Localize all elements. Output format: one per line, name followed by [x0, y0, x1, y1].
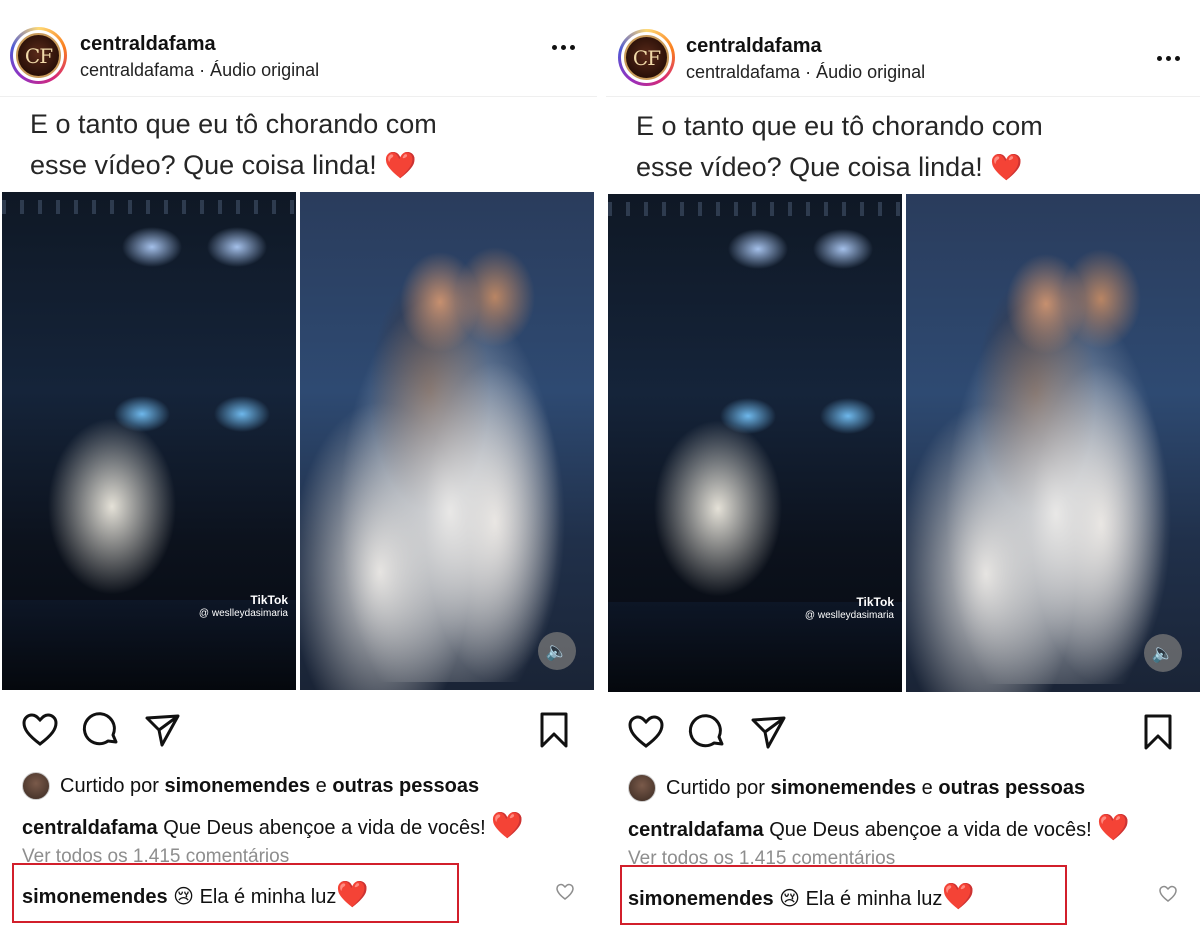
heart-emoji: ❤️ [491, 810, 524, 840]
liked-by-line: Curtido por simonemendes e outras pessoa… [22, 772, 479, 800]
post-header: CF centraldafama centraldafama · Áudio o… [0, 0, 597, 97]
like-icon[interactable] [20, 710, 60, 750]
post-header: CF centraldafama centraldafama · Áudio o… [606, 0, 1200, 97]
comment-icon[interactable] [82, 710, 122, 750]
comment-like-icon[interactable] [1158, 884, 1178, 904]
heart-emoji: ❤️ [1097, 812, 1130, 842]
cf-logo: CF [16, 33, 61, 78]
save-bookmark-icon[interactable] [1138, 712, 1178, 752]
highlight-box [620, 865, 1067, 925]
tiktok-watermark: TikTok @ weslleydasimaria [198, 593, 288, 620]
speaker-icon[interactable]: 🔈 [1144, 634, 1182, 672]
liked-user-link[interactable]: simonemendes [771, 777, 917, 800]
singers-closeup-figure [916, 214, 1186, 684]
singers-closeup-figure [310, 212, 580, 682]
video-still-closeup: 🔈 [300, 192, 594, 690]
post-caption: centraldafama Que Deus abençoe a vida de… [628, 812, 1130, 842]
liked-others-link[interactable]: outras pessoas [332, 775, 479, 798]
comment-like-icon[interactable] [555, 882, 575, 902]
singers-figure [616, 382, 786, 612]
share-icon[interactable] [142, 710, 182, 750]
highlight-box [12, 863, 459, 923]
video-still-stage: TikTok @ weslleydasimaria [608, 194, 902, 692]
username-link[interactable]: centraldafama [80, 33, 216, 56]
liked-user-link[interactable]: simonemendes [165, 775, 311, 798]
audio-subline[interactable]: centraldafama · Áudio original [686, 62, 925, 83]
profile-avatar[interactable]: CF [618, 29, 675, 86]
profile-avatar[interactable]: CF [10, 27, 67, 84]
cf-logo: CF [624, 35, 669, 80]
action-bar [606, 712, 1200, 756]
instagram-post-right: CF centraldafama centraldafama · Áudio o… [606, 0, 1200, 931]
liker-avatar[interactable] [628, 774, 656, 802]
liked-others-link[interactable]: outras pessoas [938, 777, 1085, 800]
more-options-icon[interactable] [552, 45, 575, 50]
action-bar [0, 710, 597, 754]
heart-emoji: ❤️ [384, 150, 417, 180]
share-icon[interactable] [748, 712, 788, 752]
username-link[interactable]: centraldafama [686, 35, 822, 58]
caption-username[interactable]: centraldafama [22, 817, 158, 839]
post-media[interactable]: TikTok @ weslleydasimaria 🔈 [0, 192, 597, 692]
instagram-post-left: CF centraldafama centraldafama · Áudio o… [0, 0, 597, 931]
more-options-icon[interactable] [1157, 56, 1180, 61]
audio-subline[interactable]: centraldafama · Áudio original [80, 60, 319, 81]
liker-avatar[interactable] [22, 772, 50, 800]
post-media[interactable]: TikTok @ weslleydasimaria 🔈 [606, 194, 1200, 694]
video-still-stage: TikTok @ weslleydasimaria [2, 192, 296, 690]
overlay-caption: E o tanto que eu tô chorando com esse ví… [30, 109, 437, 180]
speaker-icon[interactable]: 🔈 [538, 632, 576, 670]
tiktok-watermark: TikTok @ weslleydasimaria [804, 595, 894, 622]
like-icon[interactable] [626, 712, 666, 752]
overlay-caption: E o tanto que eu tô chorando com esse ví… [636, 111, 1043, 182]
video-still-closeup: 🔈 [906, 194, 1200, 692]
save-bookmark-icon[interactable] [534, 710, 574, 750]
caption-username[interactable]: centraldafama [628, 819, 764, 841]
comment-icon[interactable] [688, 712, 728, 752]
liked-by-line: Curtido por simonemendes e outras pessoa… [628, 774, 1085, 802]
post-caption: centraldafama Que Deus abençoe a vida de… [22, 810, 524, 840]
singers-figure [10, 380, 180, 610]
heart-emoji: ❤️ [990, 152, 1023, 182]
